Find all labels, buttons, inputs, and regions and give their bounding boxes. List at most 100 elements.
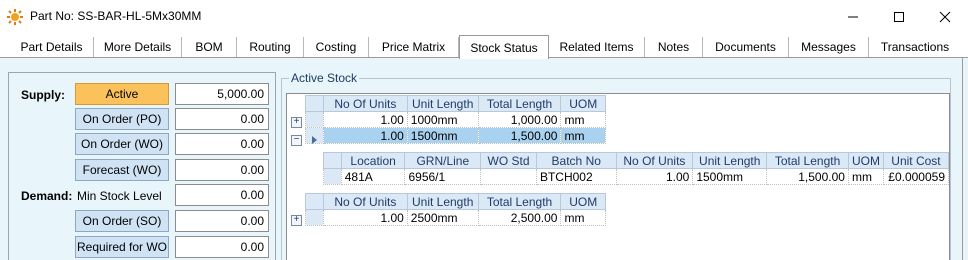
- current-row-arrow-icon: [312, 136, 317, 144]
- col-detail-uom[interactable]: UOM: [847, 152, 884, 169]
- detail-units: 1.00: [615, 168, 694, 185]
- col-batch-no[interactable]: Batch No: [535, 152, 617, 169]
- col-uom-2[interactable]: UOM: [560, 193, 606, 210]
- supply-label: Supply:: [21, 88, 65, 102]
- row-uom: mm: [560, 127, 606, 144]
- table-row-selected[interactable]: 1.00 1500mm 1,500.00 mm: [287, 127, 606, 144]
- header-selector: [304, 95, 324, 112]
- tab-notes[interactable]: Notes: [645, 37, 703, 58]
- detail-grn: 6956/1: [404, 168, 482, 185]
- on-order-wo-value: 0.00: [175, 133, 269, 155]
- detail-wo-std: [480, 168, 537, 185]
- row-length: 1500mm: [406, 127, 479, 144]
- detail-cost: £0.000059: [882, 168, 950, 185]
- detail-header-row: Location GRN/Line WO Std Batch No No Of …: [323, 152, 950, 169]
- row-length: 2500mm: [406, 209, 479, 226]
- col-location[interactable]: Location: [340, 152, 406, 169]
- forecast-wo-value: 0.00: [175, 159, 269, 181]
- row-selector[interactable]: [304, 209, 324, 226]
- gear-sun-icon: [7, 9, 23, 25]
- detail-location: 481A: [340, 168, 406, 185]
- table-row[interactable]: 1.00 2500mm 2,500.00 mm: [287, 209, 606, 226]
- required-for-wo-value: 0.00: [175, 236, 269, 258]
- maximize-button[interactable]: [876, 0, 922, 34]
- on-order-so-value: 0.00: [175, 210, 269, 232]
- expand-plus-icon[interactable]: +: [291, 117, 302, 128]
- supply-demand-panel: Supply: Active 5,000.00 On Order (PO) 0.…: [8, 72, 276, 260]
- tab-price-matrix[interactable]: Price Matrix: [369, 37, 459, 58]
- tab-documents[interactable]: Documents: [703, 37, 789, 58]
- row-uom: mm: [560, 111, 606, 128]
- row-units: 1.00: [322, 111, 408, 128]
- tab-more-details[interactable]: More Details: [94, 37, 182, 58]
- header-spacer: [287, 193, 306, 210]
- pane-border: [962, 58, 963, 260]
- detail-table: Location GRN/Line WO Std Batch No No Of …: [323, 152, 950, 185]
- col-unit-length[interactable]: Unit Length: [406, 95, 479, 112]
- on-order-so-button[interactable]: On Order (SO): [75, 210, 169, 232]
- col-no-of-units[interactable]: No Of Units: [322, 95, 408, 112]
- maximize-icon: [894, 12, 904, 22]
- row-units: 1.00: [322, 127, 408, 144]
- row-total: 1,000.00: [477, 111, 562, 128]
- tab-strip: Part Details More Details BOM Routing Co…: [0, 34, 968, 59]
- detail-length: 1500mm: [692, 168, 768, 185]
- forecast-wo-button[interactable]: Forecast (WO): [75, 159, 169, 181]
- tab-messages[interactable]: Messages: [789, 37, 869, 58]
- col-unit-cost[interactable]: Unit Cost: [882, 152, 950, 169]
- on-order-wo-button[interactable]: On Order (WO): [75, 133, 169, 155]
- col-no-of-units-2[interactable]: No Of Units: [322, 193, 408, 210]
- col-detail-unit-length[interactable]: Unit Length: [692, 152, 768, 169]
- detail-batch: BTCH002: [535, 168, 617, 185]
- on-order-po-button[interactable]: On Order (PO): [75, 108, 169, 130]
- active-stock-grid: No Of Units Unit Length Total Length UOM…: [286, 93, 950, 260]
- tab-related-items[interactable]: Related Items: [549, 37, 645, 58]
- col-detail-no-of-units[interactable]: No Of Units: [615, 152, 694, 169]
- detail-header-selector: [323, 152, 342, 169]
- tab-part-details[interactable]: Part Details: [10, 37, 94, 58]
- minimize-icon: [848, 16, 858, 18]
- detail-row-selector[interactable]: [323, 168, 342, 185]
- title-bar: Part No: SS-BAR-HL-5Mx30MM: [0, 0, 968, 34]
- window-title: Part No: SS-BAR-HL-5Mx30MM: [30, 9, 202, 23]
- active-stock-title: Active Stock: [289, 71, 360, 85]
- row-total: 1,500.00: [477, 127, 562, 144]
- required-for-wo-button[interactable]: Required for WO: [75, 236, 169, 258]
- row-length: 1000mm: [406, 111, 479, 128]
- col-detail-total-length[interactable]: Total Length: [766, 152, 849, 169]
- header-selector: [304, 193, 324, 210]
- tab-bom[interactable]: BOM: [182, 37, 237, 58]
- on-order-po-value: 0.00: [175, 108, 269, 130]
- col-grn-line[interactable]: GRN/Line: [404, 152, 482, 169]
- tab-transactions[interactable]: Transactions: [869, 37, 961, 58]
- row-total: 2,500.00: [477, 209, 562, 226]
- col-total-length[interactable]: Total Length: [477, 95, 562, 112]
- tab-costing[interactable]: Costing: [304, 37, 369, 58]
- detail-uom: mm: [847, 168, 884, 185]
- tab-stock-status[interactable]: Stock Status: [459, 35, 549, 59]
- expand-plus-icon[interactable]: +: [291, 215, 302, 226]
- stock-table-2: No Of Units Unit Length Total Length UOM…: [287, 193, 606, 226]
- close-button[interactable]: [922, 0, 968, 34]
- table-row[interactable]: 1.00 1000mm 1,000.00 mm: [287, 111, 606, 128]
- col-wo-std[interactable]: WO Std: [480, 152, 537, 169]
- active-button[interactable]: Active: [75, 83, 169, 105]
- min-stock-value[interactable]: 0.00: [175, 184, 269, 206]
- stock-header-row: No Of Units Unit Length Total Length UOM: [287, 95, 606, 112]
- minimize-button[interactable]: [830, 0, 876, 34]
- stock-status-pane: Supply: Active 5,000.00 On Order (PO) 0.…: [0, 57, 968, 260]
- col-unit-length-2[interactable]: Unit Length: [406, 193, 479, 210]
- stock-table: No Of Units Unit Length Total Length UOM…: [287, 95, 606, 144]
- row-units: 1.00: [322, 209, 408, 226]
- stock-header-row-2: No Of Units Unit Length Total Length UOM: [287, 193, 606, 210]
- col-total-length-2[interactable]: Total Length: [477, 193, 562, 210]
- row-uom: mm: [560, 209, 606, 226]
- row-selector[interactable]: [304, 111, 324, 128]
- header-spacer: [287, 95, 306, 112]
- detail-row[interactable]: 481A 6956/1 BTCH002 1.00 1500mm 1,500.00…: [323, 168, 950, 185]
- detail-total: 1,500.00: [766, 168, 849, 185]
- close-icon: [939, 11, 951, 23]
- tab-routing[interactable]: Routing: [237, 37, 304, 58]
- col-uom[interactable]: UOM: [560, 95, 606, 112]
- collapse-minus-icon[interactable]: −: [291, 135, 302, 146]
